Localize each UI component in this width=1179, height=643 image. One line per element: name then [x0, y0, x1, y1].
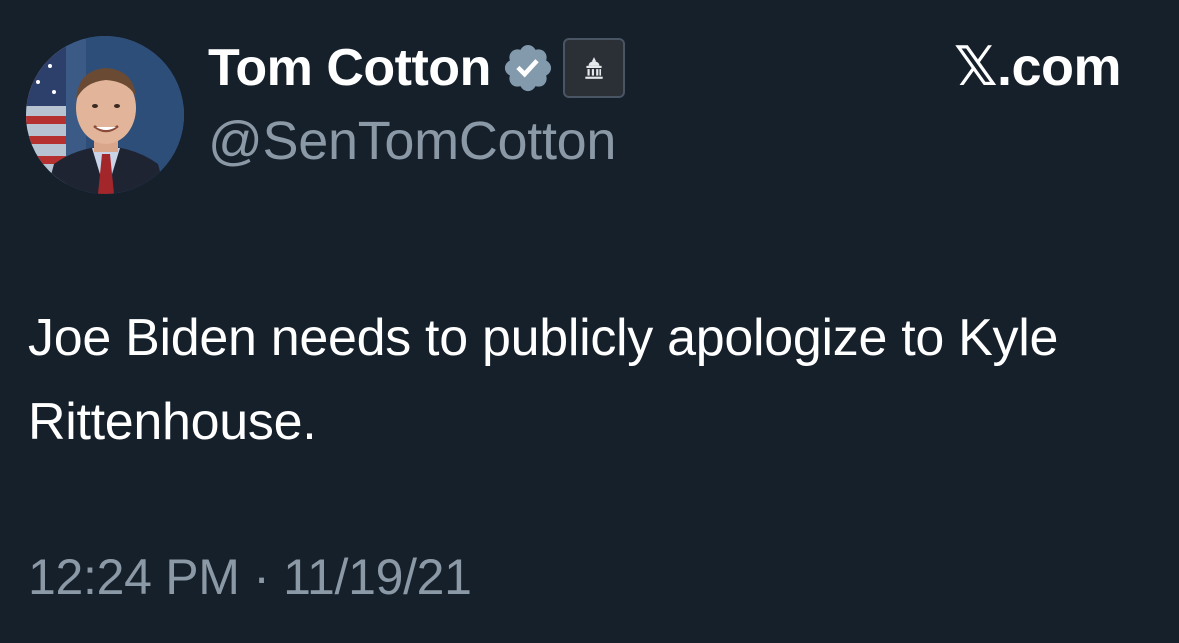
tweet-card: Tom Cotton @SenTomCotton 𝕏.com Joe Biden… — [0, 0, 1179, 643]
profile-photo — [26, 36, 184, 194]
government-building-icon[interactable] — [562, 38, 625, 98]
meta-separator: · — [253, 549, 270, 605]
author-name-row: Tom Cotton — [208, 34, 625, 102]
author-handle[interactable]: @SenTomCotton — [208, 114, 616, 168]
author-display-name[interactable]: Tom Cotton — [208, 42, 491, 94]
x-com-logo: 𝕏.com — [953, 37, 1122, 97]
avatar[interactable] — [26, 36, 184, 194]
tweet-date: 11/19/21 — [283, 549, 472, 605]
tweet-text: Joe Biden needs to publicly apologize to… — [28, 309, 1059, 451]
verified-badge-icon[interactable] — [501, 41, 555, 95]
tweet-timestamp[interactable]: 12:24 PM · 11/19/21 — [28, 552, 472, 602]
tweet-time: 12:24 PM — [28, 549, 240, 605]
